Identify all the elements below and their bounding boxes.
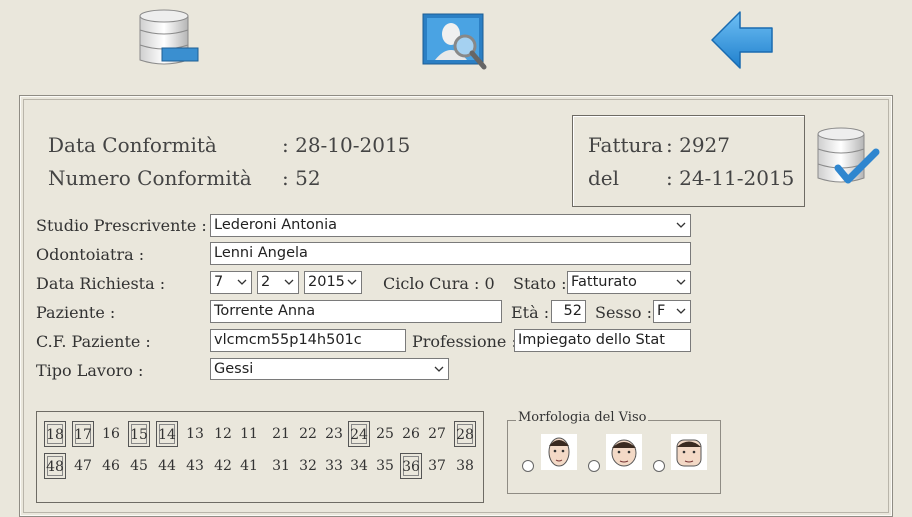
tooth-26[interactable]: 26 [400, 421, 422, 447]
paziente-label: Paziente : [36, 303, 116, 322]
studio-prescrivente-value: Lederoni Antonia [214, 217, 337, 233]
professione-field[interactable]: Impiegato dello Stat [514, 329, 691, 352]
cf-paziente-field[interactable]: vlcmcm55p14h501c [210, 329, 406, 352]
sesso-value: F [657, 303, 666, 319]
tooth-28[interactable]: 28 [454, 421, 476, 447]
chevron-down-icon [284, 279, 294, 285]
morfologia-radio-1[interactable] [522, 460, 534, 472]
tooth-34[interactable]: 34 [348, 453, 370, 479]
morfologia-viso-legend: Morfologia del Viso [516, 410, 649, 425]
tooth-43[interactable]: 43 [184, 453, 206, 479]
tooth-24[interactable]: 24 [348, 421, 370, 447]
odontoiatra-value: Lenni Angela [214, 245, 308, 261]
face-round-icon [606, 434, 642, 470]
face-square-icon [671, 434, 707, 470]
back-button[interactable] [710, 8, 776, 72]
sesso-label: Sesso : [595, 303, 652, 322]
fattura-value: : 2927 [666, 133, 730, 157]
data-richiesta-label: Data Richiesta : [36, 274, 166, 293]
tooth-13[interactable]: 13 [184, 421, 206, 447]
studio-prescrivente-label: Studio Prescrivente : [36, 216, 207, 235]
cf-paziente-value: vlcmcm55p14h501c [214, 332, 362, 348]
del-label: del [588, 166, 620, 190]
tooth-17[interactable]: 17 [72, 421, 94, 447]
paziente-field[interactable]: Torrente Anna [210, 300, 502, 323]
chevron-down-icon [676, 308, 686, 314]
data-conformita-label: Data Conformità [48, 133, 217, 157]
confirm-database-button[interactable] [814, 124, 880, 192]
tooth-31[interactable]: 31 [270, 453, 292, 479]
database-button[interactable] [136, 8, 200, 70]
tooth-36[interactable]: 36 [400, 453, 422, 479]
numero-conformita-label: Numero Conformità [48, 166, 252, 190]
stato-value: Fatturato [571, 274, 637, 290]
month-value: 2 [261, 274, 271, 290]
morfologia-radio-2[interactable] [588, 460, 600, 472]
year-select[interactable]: 2015 [304, 271, 362, 294]
tooth-18[interactable]: 18 [44, 421, 66, 447]
morfologia-radio-3[interactable] [653, 460, 665, 472]
fattura-label: Fattura [588, 133, 663, 157]
tooth-35[interactable]: 35 [374, 453, 396, 479]
del-value: : 24-11-2015 [666, 166, 795, 190]
studio-prescrivente-select[interactable]: Lederoni Antonia [210, 214, 691, 237]
professione-label: Professione : [412, 332, 517, 351]
tooth-23[interactable]: 23 [323, 421, 345, 447]
eta-label: Età : [511, 303, 550, 322]
tooth-41[interactable]: 41 [238, 453, 260, 479]
database-check-icon [817, 127, 880, 184]
eta-field[interactable]: 52 [551, 300, 586, 323]
professione-value: Impiegato dello Stat [518, 332, 665, 348]
fattura-box [572, 115, 805, 207]
odontoiatra-field[interactable]: Lenni Angela [210, 242, 691, 265]
tooth-44[interactable]: 44 [156, 453, 178, 479]
patient-search-button[interactable] [421, 12, 489, 74]
eta-value: 52 [563, 303, 582, 319]
day-select[interactable]: 7 [210, 271, 252, 294]
tooth-14[interactable]: 14 [156, 421, 178, 447]
chevron-down-icon [347, 279, 357, 285]
tooth-33[interactable]: 33 [323, 453, 345, 479]
tooth-16[interactable]: 16 [100, 421, 122, 447]
tooth-47[interactable]: 47 [72, 453, 94, 479]
face-oval-icon [541, 434, 577, 470]
day-value: 7 [214, 274, 224, 290]
ciclo-cura-label: Ciclo Cura : 0 [383, 274, 495, 293]
paziente-value: Torrente Anna [214, 303, 316, 319]
tooth-12[interactable]: 12 [212, 421, 234, 447]
tooth-32[interactable]: 32 [297, 453, 319, 479]
database-minus-icon [139, 9, 199, 65]
year-value: 2015 [308, 274, 345, 290]
tooth-22[interactable]: 22 [297, 421, 319, 447]
tooth-45[interactable]: 45 [128, 453, 150, 479]
tooth-37[interactable]: 37 [426, 453, 448, 479]
patient-search-icon [422, 13, 487, 70]
tipo-lavoro-select[interactable]: Gessi [210, 358, 449, 380]
chevron-down-icon [676, 222, 686, 228]
tooth-27[interactable]: 27 [426, 421, 448, 447]
back-arrow-icon [711, 11, 773, 69]
tooth-15[interactable]: 15 [128, 421, 150, 447]
tipo-lavoro-value: Gessi [214, 361, 254, 377]
stato-label: Stato : [513, 274, 567, 293]
month-select[interactable]: 2 [257, 271, 299, 294]
tooth-25[interactable]: 25 [374, 421, 396, 447]
tooth-48[interactable]: 48 [44, 453, 66, 479]
tooth-21[interactable]: 21 [270, 421, 292, 447]
tooth-11[interactable]: 11 [238, 421, 260, 447]
tooth-46[interactable]: 46 [100, 453, 122, 479]
tooth-38[interactable]: 38 [454, 453, 476, 479]
cf-paziente-label: C.F. Paziente : [36, 332, 151, 351]
numero-conformita-value: : 52 [282, 166, 321, 190]
data-conformita-value: : 28-10-2015 [282, 133, 411, 157]
chevron-down-icon [434, 366, 444, 372]
sesso-select[interactable]: F [653, 300, 691, 323]
tipo-lavoro-label: Tipo Lavoro : [36, 361, 144, 380]
chevron-down-icon [237, 279, 247, 285]
chevron-down-icon [676, 279, 686, 285]
odontoiatra-label: Odontoiatra : [36, 245, 145, 264]
tooth-42[interactable]: 42 [212, 453, 234, 479]
stato-select[interactable]: Fatturato [567, 271, 691, 294]
